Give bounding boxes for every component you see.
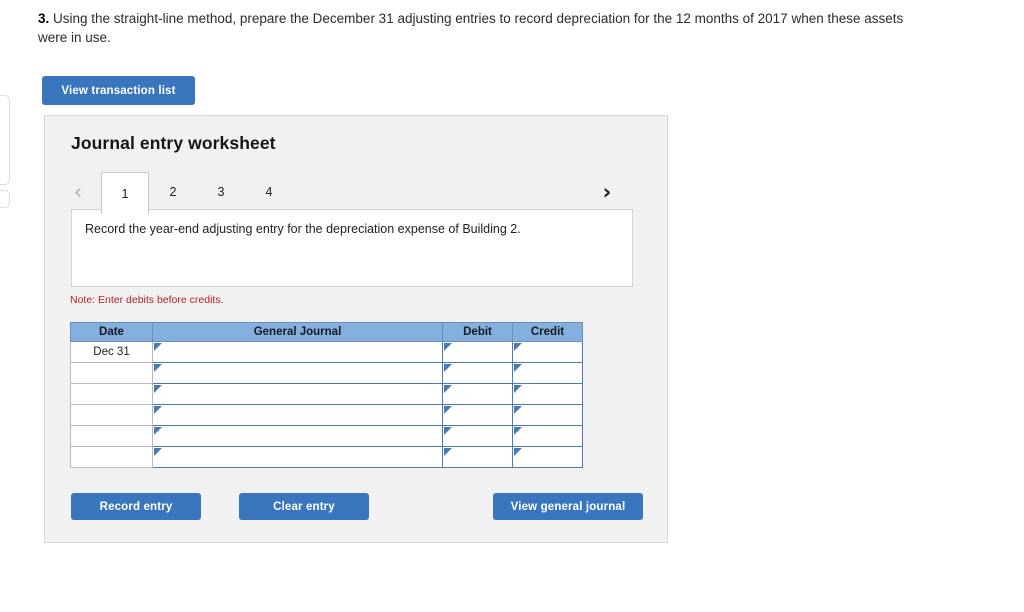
- offscreen-card-bottom: [0, 190, 10, 208]
- cell-general-journal[interactable]: [152, 341, 443, 363]
- table-row: [70, 362, 583, 384]
- table-header-row: Date General Journal Debit Credit: [70, 322, 583, 342]
- cell-general-journal[interactable]: [152, 362, 443, 384]
- table-row: Dec 31: [70, 341, 583, 363]
- instruction-text: Record the year-end adjusting entry for …: [85, 222, 521, 236]
- cell-general-journal[interactable]: [152, 446, 443, 468]
- cell-date[interactable]: Dec 31: [70, 341, 153, 363]
- table-row: [70, 383, 583, 405]
- cell-credit[interactable]: [512, 425, 583, 447]
- cell-debit[interactable]: [442, 425, 513, 447]
- cell-general-journal[interactable]: [152, 425, 443, 447]
- cell-date[interactable]: [70, 446, 153, 468]
- column-header-credit: Credit: [512, 322, 583, 342]
- view-transaction-list-button[interactable]: View transaction list: [42, 76, 195, 105]
- tab-prev-icon[interactable]: ‹: [69, 180, 87, 204]
- question-number: 3.: [38, 11, 50, 26]
- tab-3[interactable]: 3: [197, 172, 245, 212]
- column-header-debit: Debit: [442, 322, 513, 342]
- cell-general-journal[interactable]: [152, 404, 443, 426]
- column-header-general-journal: General Journal: [152, 322, 443, 342]
- table-row: [70, 425, 583, 447]
- journal-entry-worksheet-panel: Journal entry worksheet ‹ 1 2 3 4 › Reco…: [44, 115, 668, 543]
- debits-before-credits-note: Note: Enter debits before credits.: [70, 294, 224, 306]
- cell-date[interactable]: [70, 425, 153, 447]
- journal-entry-table-body: Dec 31: [70, 341, 583, 468]
- tab-2[interactable]: 2: [149, 172, 197, 212]
- column-header-date: Date: [70, 322, 153, 342]
- cell-date[interactable]: [70, 362, 153, 384]
- question-prompt: 3. Using the straight-line method, prepa…: [38, 9, 918, 47]
- question-text: Using the straight-line method, prepare …: [38, 11, 904, 45]
- cell-credit[interactable]: [512, 404, 583, 426]
- cell-debit[interactable]: [442, 341, 513, 363]
- record-entry-button[interactable]: Record entry: [71, 493, 201, 520]
- page-root: 3. Using the straight-line method, prepa…: [0, 0, 1024, 612]
- clear-entry-button[interactable]: Clear entry: [239, 493, 369, 520]
- instruction-box: Record the year-end adjusting entry for …: [71, 209, 633, 287]
- panel-title: Journal entry worksheet: [71, 133, 276, 153]
- cell-general-journal[interactable]: [152, 383, 443, 405]
- tab-next-icon[interactable]: ›: [598, 180, 616, 204]
- cell-credit[interactable]: [512, 362, 583, 384]
- cell-credit[interactable]: [512, 383, 583, 405]
- cell-debit[interactable]: [442, 446, 513, 468]
- cell-debit[interactable]: [442, 362, 513, 384]
- cell-date[interactable]: [70, 383, 153, 405]
- cell-credit[interactable]: [512, 341, 583, 363]
- view-general-journal-button[interactable]: View general journal: [493, 493, 643, 520]
- cell-debit[interactable]: [442, 383, 513, 405]
- offscreen-card-top: [0, 95, 10, 185]
- table-row: [70, 446, 583, 468]
- tab-4[interactable]: 4: [245, 172, 293, 212]
- worksheet-tabs: ‹ 1 2 3 4 ›: [69, 172, 645, 214]
- tab-1[interactable]: 1: [101, 172, 149, 214]
- journal-entry-table: Date General Journal Debit Credit Dec 31: [70, 322, 583, 468]
- cell-credit[interactable]: [512, 446, 583, 468]
- cell-debit[interactable]: [442, 404, 513, 426]
- table-row: [70, 404, 583, 426]
- cell-date[interactable]: [70, 404, 153, 426]
